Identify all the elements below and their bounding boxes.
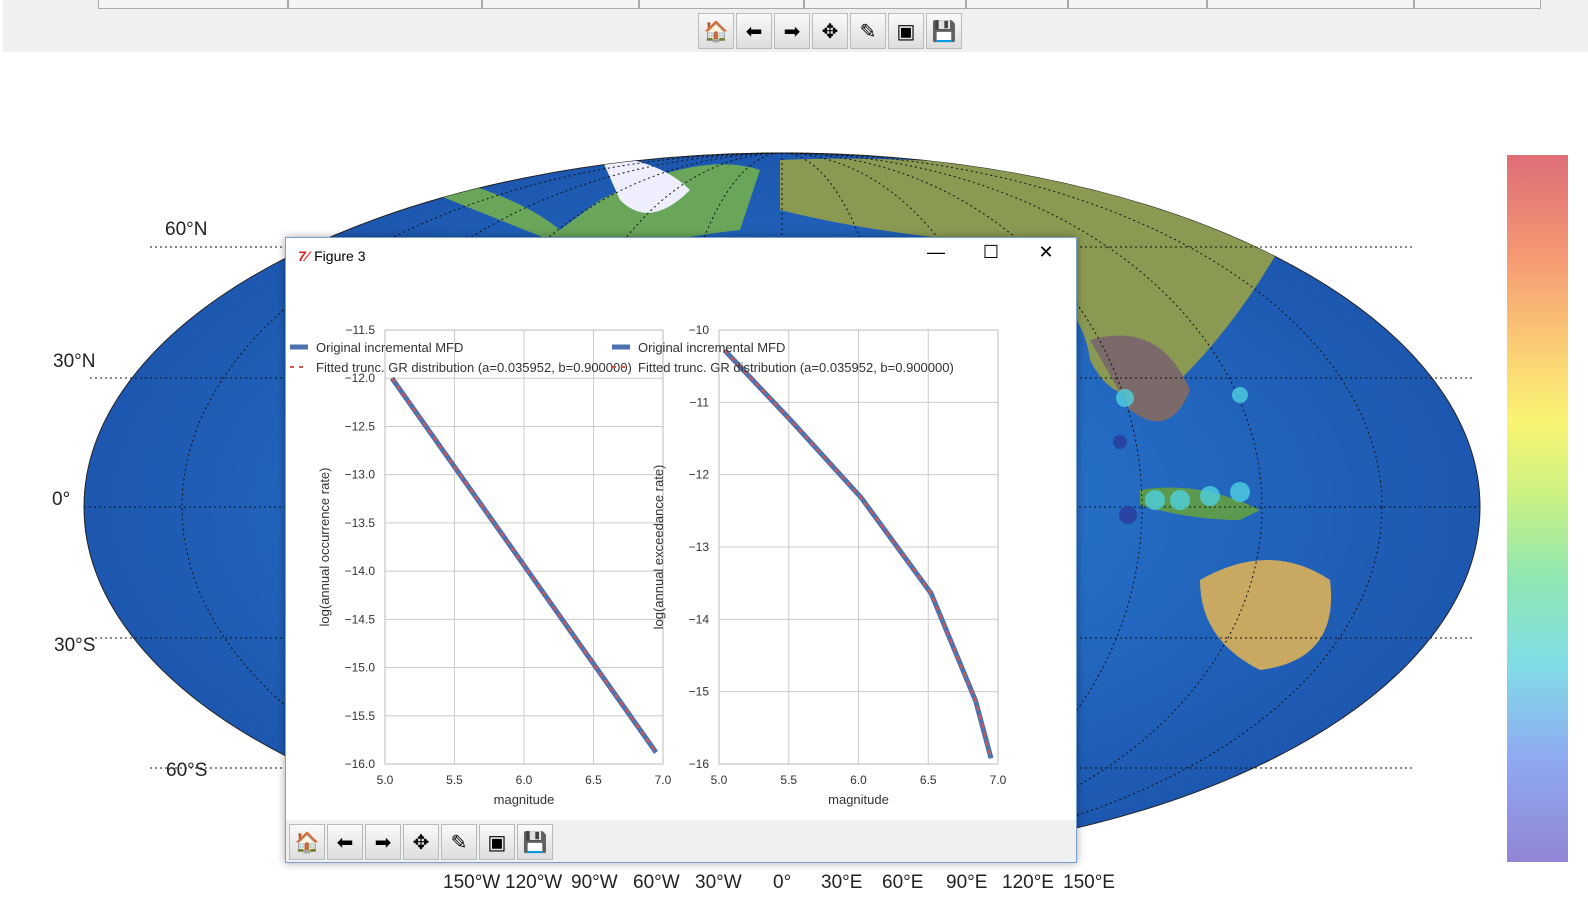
lon-label: 90°E [946, 872, 988, 893]
y-tick-label: −14.0 [345, 564, 376, 578]
configure-button[interactable]: ✎ [441, 824, 477, 860]
y-tick-label: −10 [689, 323, 710, 337]
forward-button[interactable]: ➡ [365, 824, 401, 860]
lon-label: 30°W [695, 872, 742, 893]
y-tick-label: −14.5 [345, 612, 376, 626]
forward-icon: ➡ [374, 831, 392, 854]
subplots-button[interactable]: ▣ [888, 13, 924, 49]
lon-label: 60°E [882, 872, 924, 893]
pan-icon: ✥ [821, 20, 839, 43]
lon-label: 150°E [1063, 872, 1115, 893]
lat-label: 60°N [165, 219, 208, 240]
x-tick-label: 6.5 [920, 773, 937, 787]
legend-entry: Fitted trunc. GR distribution (a=0.03595… [316, 360, 632, 375]
back-button[interactable]: ⬅ [327, 824, 363, 860]
x-tick-label: 5.5 [446, 773, 463, 787]
tab-strip [98, 0, 1541, 9]
tab[interactable] [639, 0, 804, 9]
legend-entry: Fitted trunc. GR distribution (a=0.03595… [638, 360, 954, 375]
x-tick-label: 5.5 [780, 773, 797, 787]
home-icon: 🏠 [294, 831, 320, 854]
lat-label: 30°N [53, 351, 96, 372]
x-tick-label: 5.0 [377, 773, 394, 787]
figure-window: 7⁄ Figure 3 — ☐ ✕ 5.0 5.5 6.0 6.5 7.0 −11.5 −12… [285, 237, 1077, 863]
y-tick-label: −12.5 [345, 419, 376, 433]
tab[interactable] [482, 0, 639, 9]
lon-label: 120°E [1002, 872, 1054, 893]
y-tick-label: −11.5 [346, 323, 376, 337]
configure-icon: ✎ [450, 831, 468, 854]
main-toolbar-area: 🏠 ⬅ ➡ ✥ ✎ ▣ 💾 [3, 0, 1588, 52]
y-axis-label: log(annual occurrence rate) [317, 468, 332, 627]
y-tick-label: −15.0 [345, 661, 376, 675]
tab[interactable] [966, 0, 1068, 9]
forward-button[interactable]: ➡ [774, 13, 810, 49]
tab[interactable] [98, 0, 288, 9]
save-button[interactable]: 💾 [926, 13, 962, 49]
y-tick-label: −14 [689, 612, 710, 626]
subplot-1: 5.0 5.5 6.0 6.5 7.0−11.5−12.0−12.5−13.0−13.5… [290, 323, 672, 807]
colorbar [1507, 155, 1568, 862]
tab[interactable] [804, 0, 966, 9]
configure-icon: ✎ [859, 20, 877, 43]
plots-canvas: 5.0 5.5 6.0 6.5 7.0−11.5−12.0−12.5−13.0−13.5… [290, 323, 1007, 807]
subplots-icon: ▣ [487, 831, 507, 854]
lon-label: 150°W [443, 872, 501, 893]
lat-label: 60°S [166, 760, 208, 781]
pan-button[interactable]: ✥ [403, 824, 439, 860]
home-icon: 🏠 [703, 20, 729, 43]
lon-label: 120°W [505, 872, 563, 893]
back-button[interactable]: ⬅ [736, 13, 772, 49]
lon-label: 90°W [571, 872, 618, 893]
lat-label: 0° [52, 489, 71, 510]
x-tick-label: 7.0 [655, 773, 672, 787]
tab[interactable] [1414, 0, 1541, 9]
x-tick-label: 7.0 [990, 773, 1007, 787]
x-axis-label: magnitude [828, 792, 889, 807]
x-tick-label: 6.0 [516, 773, 533, 787]
y-tick-label: −15 [689, 685, 710, 699]
y-tick-label: −13.0 [345, 468, 376, 482]
y-tick-label: −13.5 [345, 516, 376, 530]
y-tick-label: −12 [689, 468, 710, 482]
y-tick-label: −11 [690, 395, 710, 409]
y-tick-label: −13 [689, 540, 710, 554]
x-tick-label: 6.0 [850, 773, 867, 787]
save-button[interactable]: 💾 [517, 824, 553, 860]
x-axis-label: magnitude [494, 792, 555, 807]
forward-icon: ➡ [783, 20, 801, 43]
tab[interactable] [1207, 0, 1414, 9]
fitted-line [723, 349, 992, 759]
legend-entry: Original incremental MFD [316, 340, 463, 355]
pan-button[interactable]: ✥ [812, 13, 848, 49]
home-button[interactable]: 🏠 [698, 13, 734, 49]
tab[interactable] [288, 0, 482, 9]
tab[interactable] [1068, 0, 1207, 9]
lon-label: 60°W [633, 872, 680, 893]
subplots-icon: ▣ [896, 20, 916, 43]
x-tick-label: 6.5 [585, 773, 602, 787]
subplots-button[interactable]: ▣ [479, 824, 515, 860]
home-button[interactable]: 🏠 [289, 824, 325, 860]
lon-label: 30°E [821, 872, 863, 893]
subplot-2: 5.0 5.5 6.0 6.5 7.0 −10 −11 −12 −13 −14 −15 −16 magn… [612, 323, 1007, 807]
lat-label: 30°S [54, 635, 96, 656]
main-nav-toolbar: 🏠 ⬅ ➡ ✥ ✎ ▣ 💾 [698, 13, 962, 49]
y-tick-label: −15.5 [345, 709, 376, 723]
pan-icon: ✥ [412, 831, 430, 854]
save-icon: 💾 [522, 831, 548, 854]
y-axis-label: log(annual exceedance rate) [651, 465, 666, 630]
original-line [722, 348, 994, 759]
back-icon: ⬅ [336, 831, 354, 854]
save-icon: 💾 [931, 20, 957, 43]
back-icon: ⬅ [745, 20, 763, 43]
y-tick-label: −16 [689, 757, 710, 771]
lon-label: 0° [773, 872, 792, 893]
figure-nav-toolbar: 🏠 ⬅ ➡ ✥ ✎ ▣ 💾 [289, 824, 553, 860]
x-tick-label: 5.0 [711, 773, 728, 787]
legend-entry: Original incremental MFD [638, 340, 785, 355]
configure-button[interactable]: ✎ [850, 13, 886, 49]
y-tick-label: −16.0 [345, 757, 376, 771]
